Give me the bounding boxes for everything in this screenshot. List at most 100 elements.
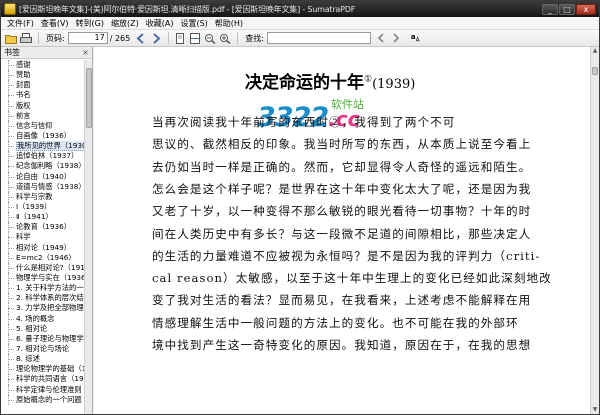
bookmark-item[interactable]: 论教育（1936） <box>1 222 85 233</box>
maximize-button[interactable]: □ <box>559 3 575 15</box>
menu-bar: 文件(F) 查看(V) 转到(G) 缩放(Z) 收藏(A) 设置(S) 帮助(H… <box>1 17 599 30</box>
toolbar: 页码: 17 / 265 查找: aA <box>1 30 599 47</box>
bookmark-label: 自画像（1936） <box>16 130 72 140</box>
bookmark-label: 感谢 <box>16 60 31 69</box>
bookmark-item[interactable]: 科学定律与伦理准则（1950） <box>1 384 85 395</box>
bookmark-item[interactable]: 感谢 <box>1 60 85 71</box>
bookmark-item[interactable]: 1. 关于科学方法的一般考察 <box>1 283 85 294</box>
menu-settings[interactable]: 设置(S) <box>180 18 207 29</box>
open-folder-icon[interactable] <box>4 32 17 45</box>
bookmark-item[interactable]: 8. 综述 <box>1 354 85 365</box>
bookmark-item[interactable]: 物理学与实在（1936） <box>1 272 85 284</box>
menu-goto[interactable]: 转到(G) <box>76 18 104 29</box>
bookmark-item[interactable]: 相对论（1949） <box>1 242 85 253</box>
sumatra-app-icon <box>4 3 16 15</box>
next-page-icon[interactable] <box>149 32 162 45</box>
bookmark-item[interactable]: 什么是相对论?（1919） <box>1 262 85 273</box>
find-previous-icon[interactable] <box>375 32 388 45</box>
bookmark-label: 信念与信仰 <box>16 120 53 130</box>
bookmark-label: 前言 <box>16 110 31 120</box>
bookmark-item[interactable]: Ⅱ（1941） <box>1 212 85 223</box>
bookmark-item[interactable]: 5. 相对论 <box>1 323 85 334</box>
toolbar-separator <box>38 32 39 44</box>
find-label: 查找: <box>245 33 264 43</box>
bookmark-item[interactable]: 书名 <box>1 90 85 101</box>
scroll-down-arrow-icon[interactable]: ▼ <box>592 406 598 414</box>
body-text-line: 怎么会是这个样子呢？是世界在这十年中变化太大了呢，还是因为我 <box>152 181 532 196</box>
find-next-icon[interactable] <box>390 32 403 45</box>
print-icon[interactable] <box>19 32 32 45</box>
menu-zoom[interactable]: 缩放(Z) <box>111 18 139 29</box>
bookmark-item[interactable]: 6. 量子理论与物理学基础 <box>1 333 85 344</box>
bookmark-item[interactable]: 3. 力学及把全部物理学 <box>1 303 85 314</box>
close-button[interactable]: x <box>576 3 596 15</box>
bookmark-label: 书名 <box>16 90 31 100</box>
bookmark-label: 理论物理学的基础（1940） <box>16 364 85 374</box>
sidebar-scroll-thumb[interactable] <box>86 68 92 128</box>
menu-view[interactable]: 查看(V) <box>41 18 69 29</box>
bookmark-item[interactable]: 科学与宗教 <box>1 191 85 202</box>
bookmark-item[interactable]: 纪念伽利略（1938） <box>1 161 85 172</box>
bookmark-item[interactable]: 封面 <box>1 80 85 91</box>
window-title: [爱因斯坦晚年文集]-(美)阿尔伯特·爱因斯坦.清晰扫描版.pdf - [爱因斯… <box>19 4 356 14</box>
document-page: 决定命运的十年①(1939) 软件站 3322.cc 当再次阅读我十年前写的东西… <box>152 47 572 414</box>
bookmark-item[interactable]: 自画像（1936） <box>1 130 85 142</box>
find-input[interactable] <box>266 32 371 44</box>
bookmark-label: 3. 力学及把全部物理学 <box>16 303 85 313</box>
bookmark-label: 封面 <box>16 80 31 90</box>
bookmark-item[interactable]: 追悼伯林（1937） <box>1 151 85 162</box>
title-bar[interactable]: [爱因斯坦晚年文集]-(美)阿尔伯特·爱因斯坦.清晰扫描版.pdf - [爱因斯… <box>1 1 599 17</box>
sidebar-close-button[interactable]: × <box>81 47 90 58</box>
menu-file[interactable]: 文件(F) <box>7 18 34 29</box>
bookmark-item[interactable]: 2. 科学体系的层次结构 <box>1 293 85 304</box>
match-case-button[interactable]: aA <box>411 33 420 43</box>
sidebar-header: 书签 × <box>1 47 92 59</box>
menu-help[interactable]: 帮助(H) <box>215 18 243 29</box>
zoom-in-icon[interactable] <box>218 32 231 45</box>
bookmark-label: 追悼伯林（1937） <box>16 151 79 161</box>
bookmark-item[interactable]: 赞助 <box>1 70 85 81</box>
page-label: 页码: <box>46 33 65 43</box>
body-text-line: 变了我对生活的看法？显而易见，在我看来，上述考虑不能解释在用 <box>152 293 532 308</box>
bookmark-item[interactable]: Ⅰ（1939） <box>1 201 85 213</box>
bookmark-label: 论自由（1940） <box>16 171 72 181</box>
scroll-up-arrow-icon[interactable]: ▲ <box>592 47 598 55</box>
minimize-button[interactable]: _ <box>542 3 558 15</box>
bookmark-item[interactable]: 7. 相对论与场论 <box>1 343 85 355</box>
watermark-site-text: 软件站 <box>331 98 364 111</box>
page-number-input[interactable]: 17 <box>67 32 108 44</box>
fit-width-icon[interactable] <box>188 32 201 45</box>
chapter-title: 决定命运的十年①(1939) <box>245 68 415 93</box>
previous-page-icon[interactable] <box>134 32 147 45</box>
bookmark-item[interactable]: 原始概念的一个问题 <box>1 394 85 405</box>
document-scrollbar[interactable]: ▲ ▼ <box>590 47 599 414</box>
bookmark-item[interactable]: 道德与情感（1938） <box>1 181 85 192</box>
menu-favorites[interactable]: 收藏(A) <box>146 18 174 29</box>
bookmark-item[interactable]: 前言 <box>1 110 85 121</box>
bookmark-item[interactable]: 版权 <box>1 100 85 111</box>
bookmark-item[interactable]: 科学的共同语言（1941） <box>1 374 85 385</box>
bookmark-label: 什么是相对论?（1919） <box>16 262 85 272</box>
sidebar-scrollbar[interactable] <box>84 60 92 414</box>
bookmark-item[interactable]: 4. 场的概念 <box>1 313 85 324</box>
bookmark-list: 感谢赞助封面书名版权前言信念与信仰自画像（1936）我所见的世界（1930）追悼… <box>1 60 85 414</box>
bookmark-label: 7. 相对论与场论 <box>16 343 70 353</box>
match-case-icon: A <box>415 37 420 44</box>
bookmark-label: 2. 科学体系的层次结构 <box>16 293 85 303</box>
bookmark-label: 4. 场的概念 <box>16 313 55 323</box>
bookmark-label: 科学与宗教 <box>16 191 53 201</box>
bookmark-item[interactable]: 理论物理学的基础（1940） <box>1 364 85 375</box>
fit-page-icon[interactable] <box>173 32 186 45</box>
bookmark-label: 科学 <box>16 232 31 242</box>
bookmark-item[interactable]: 科学 <box>1 232 85 243</box>
bookmark-item[interactable]: E=mc2（1946） <box>1 252 85 263</box>
document-scroll-thumb[interactable] <box>592 67 598 75</box>
body-text-line: 当再次阅读我十年前写的东西时②，我得到了两个不可 <box>152 115 456 129</box>
toolbar-separator <box>168 32 170 44</box>
zoom-out-icon[interactable] <box>203 32 216 45</box>
document-view[interactable]: 决定命运的十年①(1939) 软件站 3322.cc 当再次阅读我十年前写的东西… <box>94 47 590 414</box>
bookmark-item[interactable]: 我所见的世界（1930） <box>1 141 85 152</box>
bookmark-item[interactable]: 信念与信仰 <box>1 120 85 131</box>
bookmark-item[interactable]: 论自由（1940） <box>1 171 85 182</box>
bookmark-label: Ⅱ（1941） <box>16 212 53 222</box>
